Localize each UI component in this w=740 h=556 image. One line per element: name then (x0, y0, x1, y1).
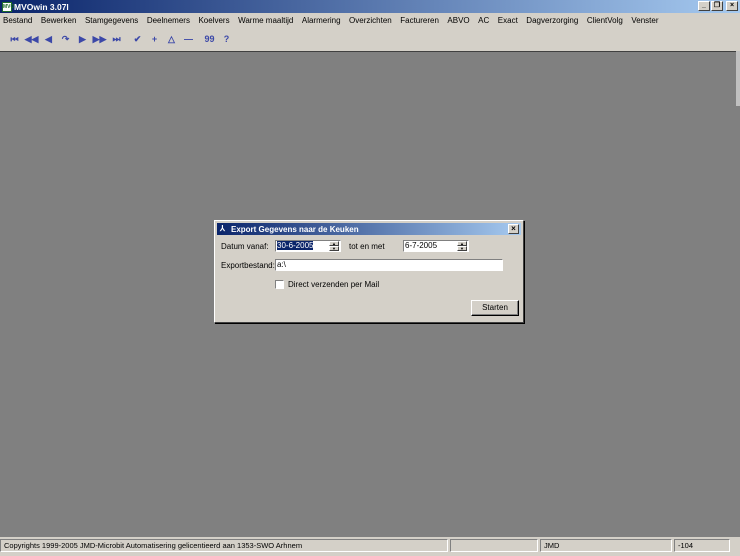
next-record-icon[interactable]: ▶ (74, 31, 91, 47)
window-controls: _ ❐ × (698, 1, 738, 11)
menu-overzichten[interactable]: Overzichten (349, 16, 392, 25)
previous-page-icon[interactable]: ◀◀ (23, 31, 40, 47)
previous-record-icon[interactable]: ◀ (40, 31, 57, 47)
status-empty-panel (450, 539, 538, 552)
date-to-field[interactable]: 6-7-2005 ▲ ▼ (403, 240, 469, 252)
menu-factureren[interactable]: Factureren (400, 16, 439, 25)
menu-alarmering[interactable]: Alarmering (302, 16, 341, 25)
date-to-label: tot en met (349, 242, 385, 251)
menu-bewerken[interactable]: Bewerken (41, 16, 77, 25)
start-button[interactable]: Starten (471, 300, 519, 316)
date-from-field[interactable]: 30-6-2005 ▲ ▼ (275, 240, 341, 252)
export-file-value: a:\ (277, 260, 286, 269)
menu-deelnemers[interactable]: Deelnemers (147, 16, 190, 25)
toolbar: ⏮ ◀◀ ◀ ↷ ▶ ▶▶ ⏭ ✔ + △ — 99 ? (0, 29, 740, 49)
triangle-icon[interactable]: △ (163, 31, 180, 47)
plus-icon[interactable]: + (146, 31, 163, 47)
menu-venster[interactable]: Venster (631, 16, 658, 25)
status-code: -104 (674, 539, 730, 552)
dialog-app-icon: ⅄ (220, 224, 225, 233)
redo-icon[interactable]: ↷ (57, 31, 74, 47)
menu-warme-maaltijd[interactable]: Warme maaltijd (238, 16, 293, 25)
dialog-close-button[interactable]: × (508, 224, 519, 234)
menu-bar: Bestand Bewerken Stamgegevens Deelnemers… (0, 13, 740, 28)
quote-icon[interactable]: 99 (201, 31, 218, 47)
menu-dagverzorging[interactable]: Dagverzorging (526, 16, 578, 25)
title-bar: MVO MVOwin 3.07l _ ❐ × (0, 0, 740, 13)
menu-ac[interactable]: AC (478, 16, 489, 25)
menu-stamgegevens[interactable]: Stamgegevens (85, 16, 138, 25)
window-title: MVOwin 3.07l (14, 1, 69, 12)
minimize-button[interactable]: _ (698, 1, 710, 11)
menu-exact[interactable]: Exact (498, 16, 518, 25)
menu-bestand[interactable]: Bestand (3, 16, 32, 25)
dialog-title: Export Gegevens naar de Keuken (231, 224, 359, 234)
export-file-label: Exportbestand: (221, 261, 275, 270)
date-to-spinner[interactable]: ▲ ▼ (457, 241, 467, 251)
scrollbar-edge[interactable] (736, 51, 740, 106)
dialog-title-bar: ⅄ Export Gegevens naar de Keuken × (217, 223, 521, 235)
spin-down-icon[interactable]: ▼ (329, 246, 339, 251)
help-icon[interactable]: ? (218, 31, 235, 47)
direct-mail-checkbox[interactable] (275, 280, 284, 289)
date-from-value: 30-6-2005 (277, 241, 314, 250)
menu-clientvolg[interactable]: ClientVolg (587, 16, 623, 25)
close-button[interactable]: × (726, 1, 738, 11)
status-user: JMD (540, 539, 672, 552)
export-file-input[interactable]: a:\ (275, 259, 503, 271)
last-record-icon[interactable]: ⏭ (108, 31, 125, 47)
spin-down-icon[interactable]: ▼ (457, 246, 467, 251)
date-from-spinner[interactable]: ▲ ▼ (329, 241, 339, 251)
status-copyright: Copyrights 1999-2005 JMD-Microbit Automa… (0, 539, 448, 552)
restore-button[interactable]: ❐ (711, 1, 723, 11)
date-to-value: 6-7-2005 (405, 241, 438, 250)
checkmark-icon[interactable]: ✔ (129, 31, 146, 47)
direct-mail-label[interactable]: Direct verzenden per Mail (288, 280, 379, 289)
menu-abvo[interactable]: ABVO (447, 16, 469, 25)
minus-icon[interactable]: — (180, 31, 197, 47)
export-dialog: ⅄ Export Gegevens naar de Keuken × Datum… (214, 220, 524, 323)
next-page-icon[interactable]: ▶▶ (91, 31, 108, 47)
first-record-icon[interactable]: ⏮ (6, 31, 23, 47)
status-bar: Copyrights 1999-2005 JMD-Microbit Automa… (0, 539, 740, 553)
date-from-label: Datum vanaf: (221, 242, 269, 251)
app-icon: MVO (2, 1, 15, 12)
menu-koelvers[interactable]: Koelvers (198, 16, 229, 25)
